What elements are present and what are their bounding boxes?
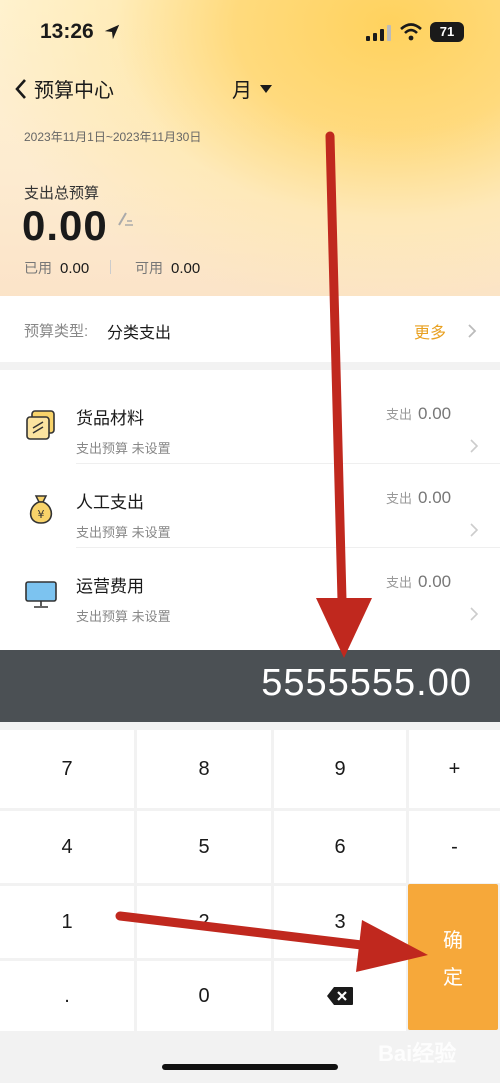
category-expense: 支出 0.00 <box>386 404 451 424</box>
nav-bar: 预算中心 月 <box>0 72 500 102</box>
chevron-right-icon <box>470 607 479 621</box>
wifi-icon <box>400 23 422 41</box>
category-list: 货品材料 支出预算 未设置 支出 0.00 ¥ 人工支出 支出预算 未设置 支出… <box>0 370 500 650</box>
status-bar: 13:26 71 <box>0 20 500 48</box>
category-name: 货品材料 <box>76 409 144 428</box>
available-value: 0.00 <box>171 260 201 277</box>
divider <box>110 260 111 274</box>
expense-value: 0.00 <box>418 488 452 507</box>
key-1[interactable]: 1 <box>0 886 134 958</box>
category-name: 人工支出 <box>76 493 144 512</box>
category-item-operations[interactable]: 运营费用 支出预算 未设置 支出 0.00 <box>0 548 500 632</box>
confirm-label-bottom: 定 <box>443 967 463 989</box>
category-subtitle: 支出预算 未设置 <box>76 441 171 456</box>
key-9[interactable]: 9 <box>274 730 406 808</box>
key-4[interactable]: 4 <box>0 811 134 883</box>
expense-label: 支出 <box>386 575 413 590</box>
key-3[interactable]: 3 <box>274 886 406 958</box>
category-name: 运营费用 <box>76 577 144 596</box>
period-selector[interactable]: 月 <box>232 74 272 103</box>
back-label: 预算中心 <box>34 80 114 102</box>
amount-display: 5555555.00 <box>0 650 500 722</box>
key-2[interactable]: 2 <box>137 886 271 958</box>
expense-value: 0.00 <box>418 404 452 423</box>
category-subtitle: 支出预算 未设置 <box>76 525 171 540</box>
amount-input-value[interactable]: 5555555.00 <box>261 662 472 705</box>
location-arrow-icon <box>104 24 120 40</box>
edit-icon[interactable] <box>116 210 134 228</box>
category-item-labor[interactable]: ¥ 人工支出 支出预算 未设置 支出 0.00 <box>0 464 500 548</box>
expense-label: 支出 <box>386 407 413 422</box>
key-0[interactable]: 0 <box>137 961 271 1031</box>
key-5[interactable]: 5 <box>137 811 271 883</box>
period-label: 月 <box>232 80 252 102</box>
confirm-label-top: 确 <box>443 930 463 952</box>
category-expense: 支出 0.00 <box>386 488 451 508</box>
confirm-button[interactable]: 确 定 <box>408 884 498 1030</box>
back-button[interactable]: 预算中心 <box>14 74 114 103</box>
category-subtitle: 支出预算 未设置 <box>76 609 171 624</box>
used-label: 已用 <box>24 260 52 276</box>
key-8[interactable]: 8 <box>137 730 271 808</box>
budget-type-value: 分类支出 <box>107 325 172 342</box>
caret-down-icon <box>260 84 272 93</box>
goods-icon <box>26 410 55 440</box>
total-budget-label: 支出总预算 <box>24 185 100 202</box>
total-budget-value[interactable]: 0.00 <box>22 202 108 250</box>
expense-value: 0.00 <box>418 572 452 591</box>
backspace-icon <box>327 987 353 1005</box>
key-6[interactable]: 6 <box>274 811 406 883</box>
chevron-right-icon <box>470 523 479 537</box>
backspace-button[interactable] <box>274 961 406 1031</box>
category-expense: 支出 0.00 <box>386 572 451 592</box>
more-link[interactable]: 更多 <box>414 319 446 343</box>
key-plus[interactable]: + <box>409 730 500 808</box>
budget-type-label: 预算类型: <box>24 323 89 340</box>
chevron-right-icon <box>468 324 477 338</box>
budget-type-row[interactable]: 预算类型: 分类支出 更多 <box>0 296 500 362</box>
chevron-left-icon <box>15 78 26 99</box>
category-item-goods[interactable]: 货品材料 支出预算 未设置 支出 0.00 <box>0 380 500 464</box>
battery-indicator: 71 <box>430 22 464 42</box>
key-minus[interactable]: - <box>409 811 500 883</box>
chevron-right-icon <box>470 439 479 453</box>
available-amount: 可用 0.00 <box>135 258 200 278</box>
used-value: 0.00 <box>60 260 90 277</box>
cellular-signal-icon <box>366 25 391 41</box>
svg-text:¥: ¥ <box>38 508 45 521</box>
monitor-icon <box>25 581 57 608</box>
expense-label: 支出 <box>386 491 413 506</box>
key-7[interactable]: 7 <box>0 730 134 808</box>
available-label: 可用 <box>135 260 163 276</box>
home-indicator <box>162 1064 338 1070</box>
money-bag-icon: ¥ <box>29 495 53 524</box>
key-decimal[interactable]: . <box>0 961 134 1031</box>
watermark-logo: Bai经验 <box>378 1041 457 1066</box>
used-amount: 已用 0.00 <box>24 258 89 278</box>
status-time: 13:26 <box>40 20 94 43</box>
date-range: 2023年11月1日~2023年11月30日 <box>24 130 202 144</box>
